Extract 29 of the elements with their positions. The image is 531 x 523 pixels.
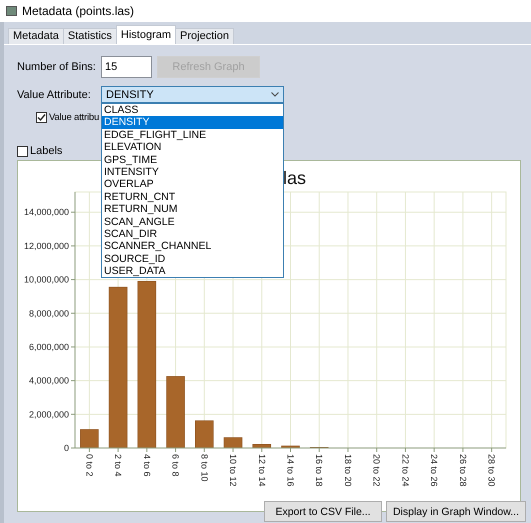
axis-label: 12 to 14: [256, 454, 267, 487]
checkbox-label: Value attribu: [49, 112, 100, 122]
axis-label: 8 to 10: [199, 454, 210, 482]
axis-label: 6 to 8: [170, 454, 181, 477]
axis-label: 4,000,000: [28, 376, 69, 386]
axis-label: 14,000,000: [24, 207, 69, 218]
axis-label: 16 to 18: [314, 454, 324, 487]
axis-label: 28 to 30: [486, 454, 497, 487]
axis-label: 14 to 16: [286, 454, 296, 487]
axis-label: 6,000,000: [28, 342, 69, 352]
attribute-label: Value Attribute:: [17, 88, 92, 100]
axis-label: 4 to 6: [142, 454, 152, 477]
axis-label: 26 to 28: [458, 454, 468, 487]
axis-label: 12,000,000: [24, 240, 69, 251]
axis-label: 0: [64, 443, 69, 453]
bins-label: Number of Bins:: [17, 61, 97, 73]
axis-label: 8,000,000: [28, 308, 69, 318]
axis-label: 2,000,000: [28, 409, 69, 420]
window-title: Metadata (points.las): [22, 4, 134, 18]
checkbox-label: Labels: [30, 145, 62, 157]
axis-label: 10 to 12: [228, 454, 238, 487]
axis-label: 22 to 24: [400, 454, 410, 487]
axis-label: 2 to 4: [113, 454, 124, 477]
axis-label: 10,000,000: [24, 274, 69, 285]
axis-label: 0 to 2: [84, 454, 94, 477]
axis-label: 24 to 26: [429, 454, 440, 487]
axis-label: 20 to 22: [372, 454, 382, 487]
chart-title: las: [283, 168, 306, 188]
axis-label: 18 to 20: [342, 454, 353, 487]
